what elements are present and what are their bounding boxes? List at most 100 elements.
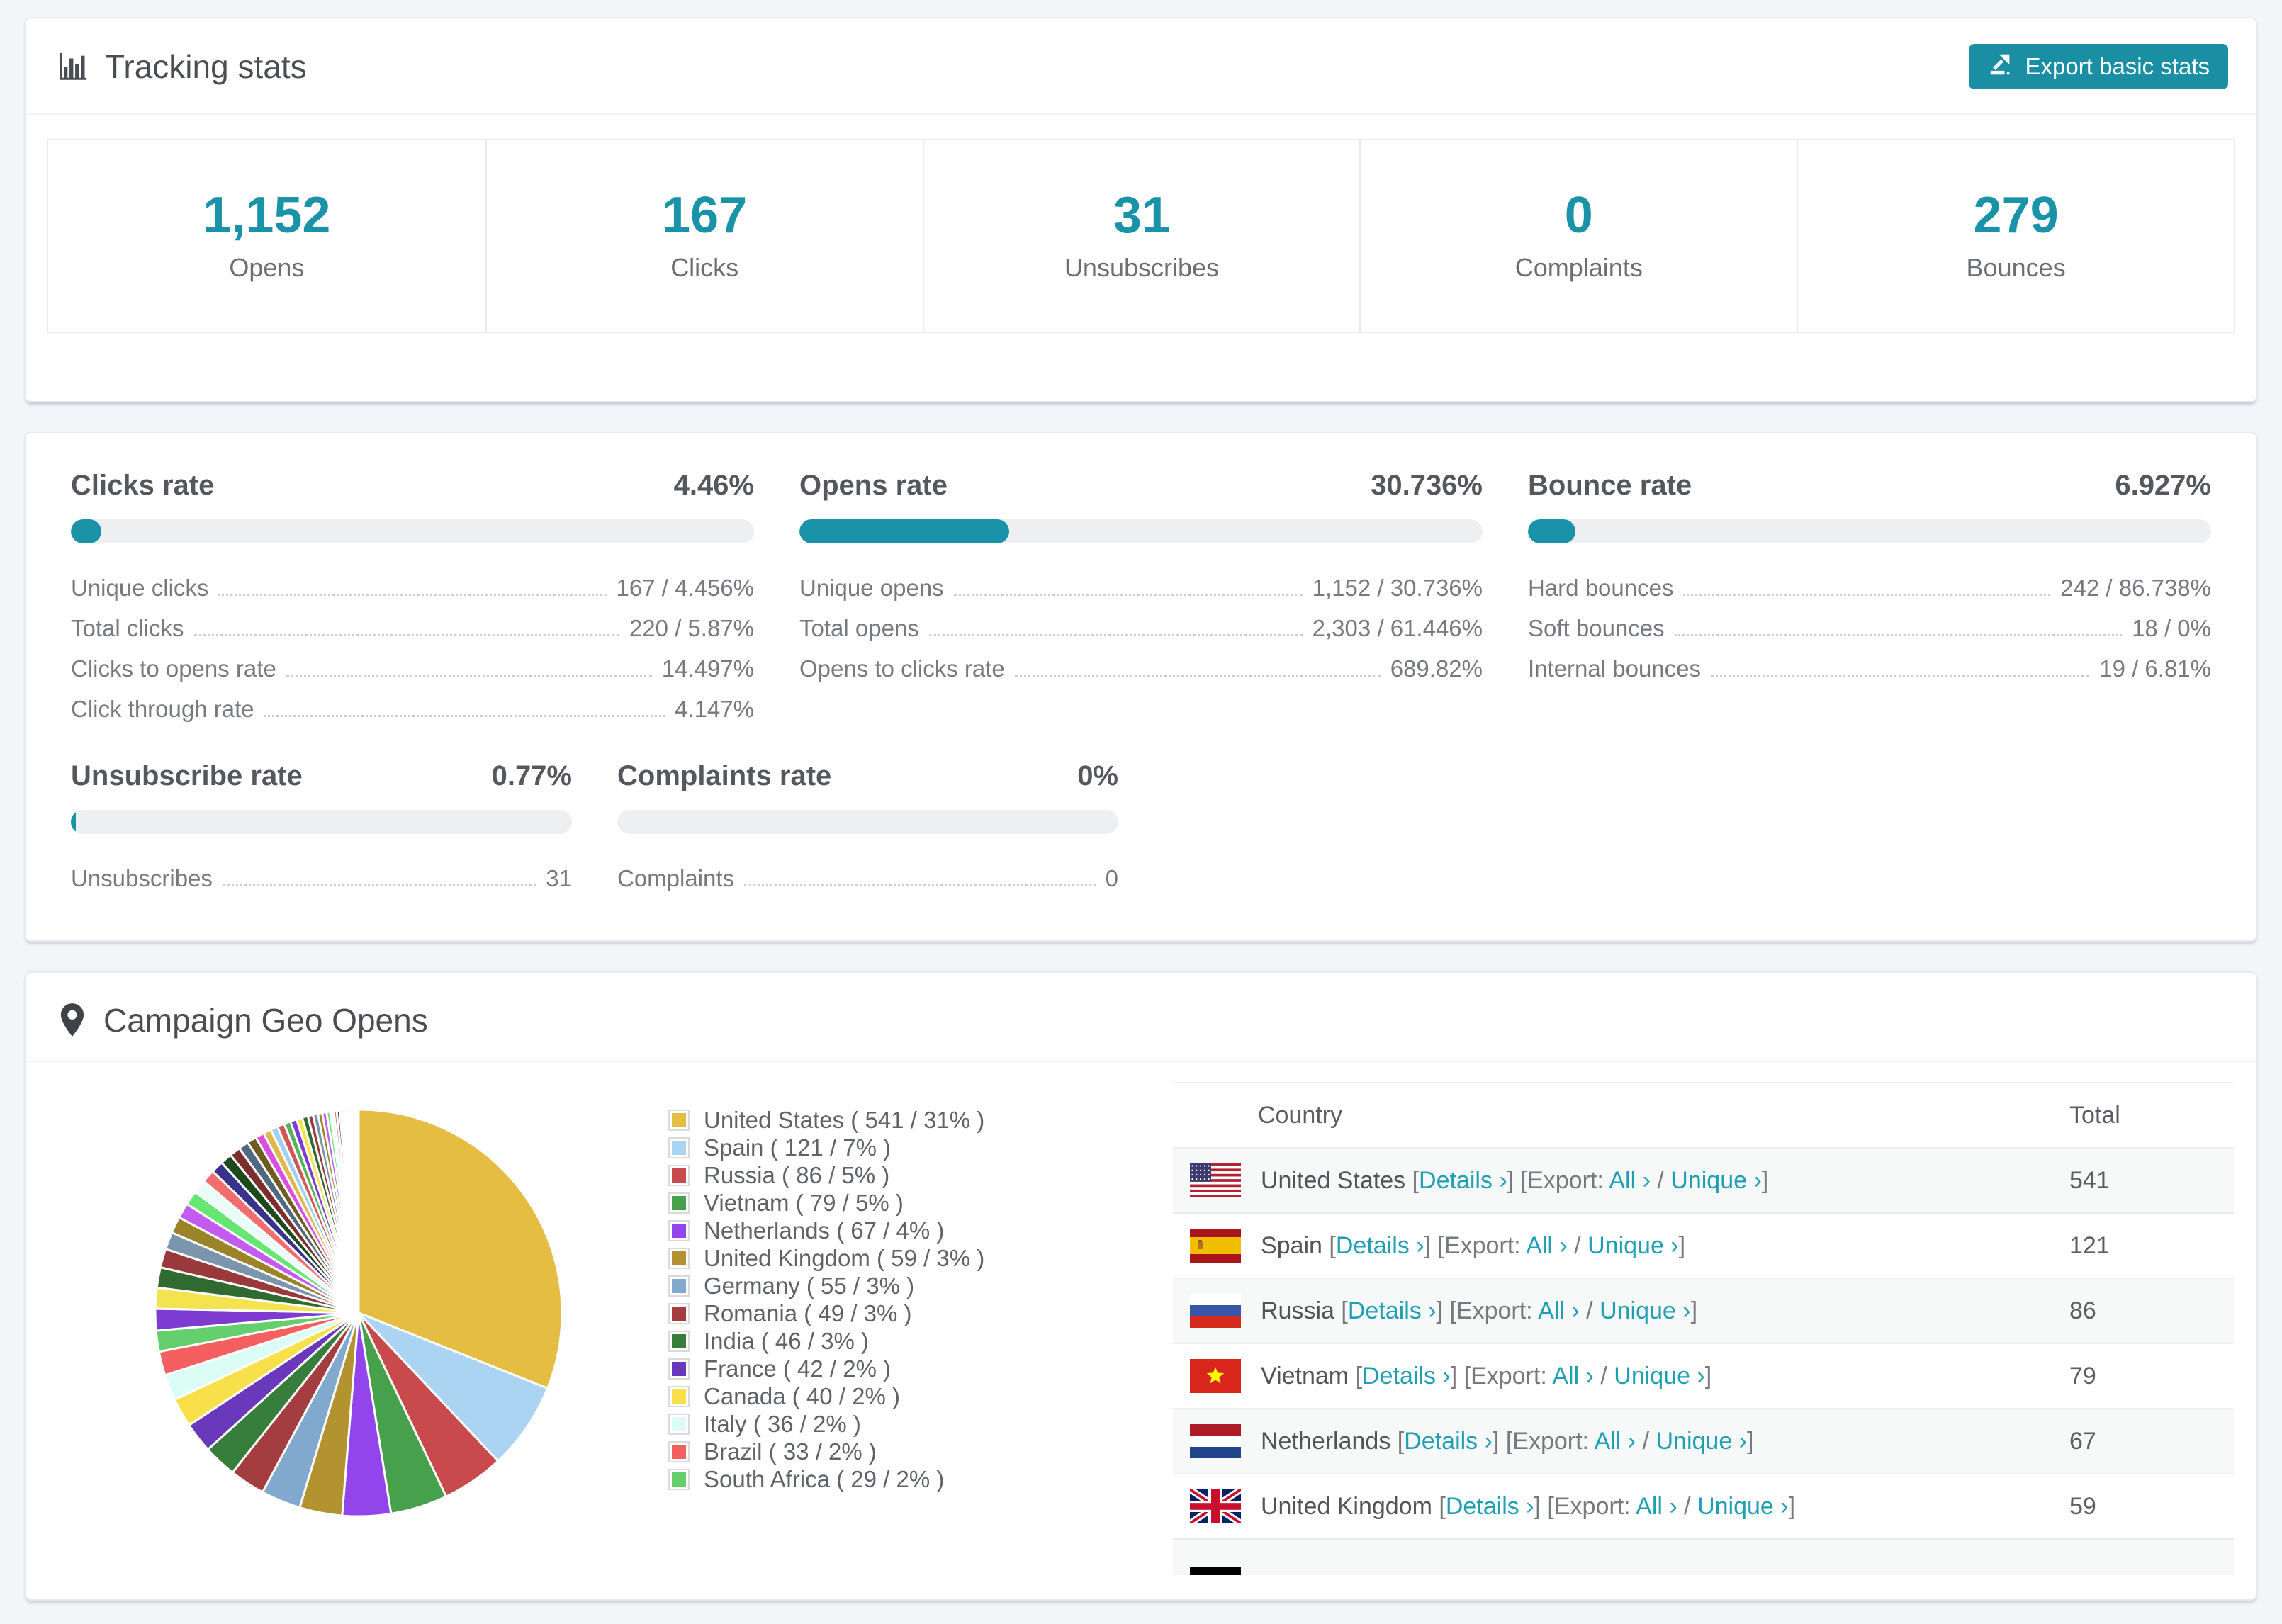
rate-progress-fill	[799, 519, 1010, 543]
geo-pie-chart	[48, 1082, 668, 1599]
export-all-link[interactable]: All ›	[1538, 1297, 1580, 1324]
geo-table-row-vietnam: Vietnam [Details ›] [Export: All › / Uni…	[1173, 1343, 2234, 1408]
geo-table-row-united-states: United States [Details ›] [Export: All ›…	[1173, 1147, 2234, 1212]
legend-color-swatch	[668, 1219, 690, 1241]
details-link[interactable]: Details ›	[1446, 1493, 1534, 1520]
pie-slice-other-country[interactable]	[356, 1108, 359, 1314]
legend-color-swatch	[668, 1440, 690, 1462]
stat-value: 0	[1564, 187, 1593, 244]
export-all-link[interactable]: All ›	[1595, 1428, 1636, 1455]
country-name: United Kingdom	[1261, 1492, 1432, 1520]
summary-stats-row: 1,152 Opens 167 Clicks 31 Unsubscribes 0 Compla…	[47, 139, 2235, 333]
rate-block-clicks-rate: Clicks rate 4.46% Unique clicks 167 / 4.456…	[71, 470, 754, 729]
details-link[interactable]: Details ›	[1362, 1363, 1451, 1389]
tracking-stats-title: Tracking stats	[57, 47, 307, 86]
rate-row: Total opens 2,303 / 61.446%	[799, 608, 1483, 648]
rate-row-value: 31	[546, 865, 572, 891]
country-name: Vietnam	[1261, 1362, 1349, 1389]
stat-value: 167	[662, 187, 748, 244]
flag-nl-icon	[1190, 1424, 1241, 1458]
rate-title: Bounce rate	[1528, 470, 1692, 501]
rate-title: Complaints rate	[617, 760, 832, 791]
rate-row-label: Opens to clicks rate	[799, 655, 1005, 682]
legend-color-swatch	[668, 1468, 690, 1490]
legend-item: Italy ( 36 / 2% )	[668, 1410, 1173, 1438]
country-name: United States	[1261, 1166, 1406, 1194]
location-pin-icon	[57, 1002, 88, 1039]
legend-item: Netherlands ( 67 / 4% )	[668, 1217, 1173, 1244]
geo-title: Campaign Geo Opens	[103, 1002, 428, 1039]
rate-progress-bar	[71, 810, 572, 834]
export-all-link[interactable]: All ›	[1526, 1232, 1568, 1259]
rate-row-label: Click through rate	[71, 696, 254, 722]
export-unique-link[interactable]: Unique ›	[1656, 1428, 1747, 1455]
export-unique-link[interactable]: Unique ›	[1600, 1297, 1691, 1324]
legend-item: India ( 46 / 3% )	[668, 1327, 1173, 1355]
dotted-leader	[928, 634, 1303, 636]
rates-bottom-row: Unsubscribe rate 0.77% Unsubscribes 31 Compl…	[50, 760, 2232, 898]
geo-title-wrap: Campaign Geo Opens	[57, 1001, 428, 1039]
legend-item: Vietnam ( 79 / 5% )	[668, 1189, 1173, 1217]
export-basic-stats-button[interactable]: Export basic stats	[1968, 44, 2228, 89]
rate-row-label: Hard bounces	[1528, 575, 1674, 601]
geo-legend: United States ( 541 / 31% ) Spain ( 121 /…	[668, 1082, 1173, 1599]
stat-label: Unsubscribes	[1064, 253, 1220, 282]
legend-label: Brazil ( 33 / 2% )	[704, 1438, 877, 1465]
dotted-leader	[222, 884, 536, 886]
export-all-link[interactable]: All ›	[1636, 1493, 1677, 1520]
export-all-link[interactable]: All ›	[1609, 1167, 1651, 1194]
flag-ru-icon	[1190, 1294, 1241, 1328]
geo-table-row-united-kingdom: United Kingdom [Details ›] [Export: All …	[1173, 1473, 2234, 1538]
export-unique-link[interactable]: Unique ›	[1670, 1167, 1762, 1194]
stat-label: Opens	[229, 253, 305, 282]
tracking-stats-card: Tracking stats Export basic stats 1,152 O…	[24, 17, 2258, 402]
country-total: 79	[2069, 1362, 2096, 1389]
country-links: Russia [Details ›] [Export: All › / Uniq…	[1261, 1297, 1698, 1324]
export-unique-link[interactable]: Unique ›	[1587, 1232, 1679, 1259]
stat-label: Complaints	[1514, 253, 1643, 282]
details-link[interactable]: Details ›	[1336, 1232, 1424, 1259]
rate-row-value: 2,303 / 61.446%	[1312, 615, 1483, 641]
flag-vn-icon	[1190, 1359, 1241, 1393]
campaign-geo-opens-card: Campaign Geo Opens United States ( 541 /…	[24, 971, 2258, 1601]
legend-color-swatch	[668, 1137, 690, 1158]
geo-table-row-spain: Spain [Details ›] [Export: All › / Uniqu…	[1173, 1212, 2234, 1278]
page: Tracking stats Export basic stats 1,152 O…	[0, 0, 2282, 1601]
export-unique-link[interactable]: Unique ›	[1614, 1363, 1705, 1389]
rate-progress-bar	[799, 519, 1483, 543]
rate-progress-bar	[71, 519, 754, 543]
rate-title: Clicks rate	[71, 470, 215, 501]
dotted-leader	[193, 634, 619, 636]
stat-value: 31	[1113, 187, 1171, 244]
details-link[interactable]: Details ›	[1348, 1297, 1437, 1324]
rate-title: Unsubscribe rate	[71, 760, 303, 791]
details-link[interactable]: Details ›	[1419, 1167, 1507, 1194]
rate-row-value: 220 / 5.87%	[629, 615, 754, 641]
stat-value: 1,152	[203, 187, 331, 244]
export-all-link[interactable]: All ›	[1552, 1363, 1594, 1389]
stat-complaints: 0 Complaints	[1359, 140, 1797, 332]
geo-table-row-netherlands: Netherlands [Details ›] [Export: All › /…	[1173, 1408, 2234, 1473]
legend-label: United States ( 541 / 31% )	[704, 1106, 985, 1133]
legend-color-swatch	[668, 1358, 690, 1380]
legend-item: Canada ( 40 / 2% )	[668, 1382, 1173, 1410]
legend-label: Canada ( 40 / 2% )	[704, 1382, 900, 1409]
export-icon	[1987, 50, 2014, 83]
rate-progress-fill	[1528, 519, 1575, 543]
rate-row: Unique opens 1,152 / 30.736%	[799, 568, 1483, 608]
stat-unsubscribes: 31 Unsubscribes	[922, 140, 1360, 332]
rate-value: 0%	[1077, 760, 1118, 791]
details-link[interactable]: Details ›	[1404, 1428, 1493, 1455]
country-links: United States [Details ›] [Export: All ›…	[1261, 1166, 1769, 1194]
country-name: Spain	[1261, 1231, 1322, 1259]
geo-table-row	[1173, 1538, 2234, 1575]
rate-row-label: Total clicks	[71, 615, 184, 641]
stat-clicks: 167 Clicks	[485, 140, 923, 332]
legend-label: Netherlands ( 67 / 4% )	[704, 1217, 945, 1244]
geo-table-header: Country Total	[1173, 1083, 2234, 1147]
country-links: United Kingdom [Details ›] [Export: All …	[1261, 1492, 1796, 1520]
legend-label: South Africa ( 29 / 2% )	[704, 1465, 945, 1492]
legend-color-swatch	[668, 1385, 690, 1407]
dotted-leader	[1014, 675, 1381, 677]
export-unique-link[interactable]: Unique ›	[1697, 1493, 1789, 1520]
